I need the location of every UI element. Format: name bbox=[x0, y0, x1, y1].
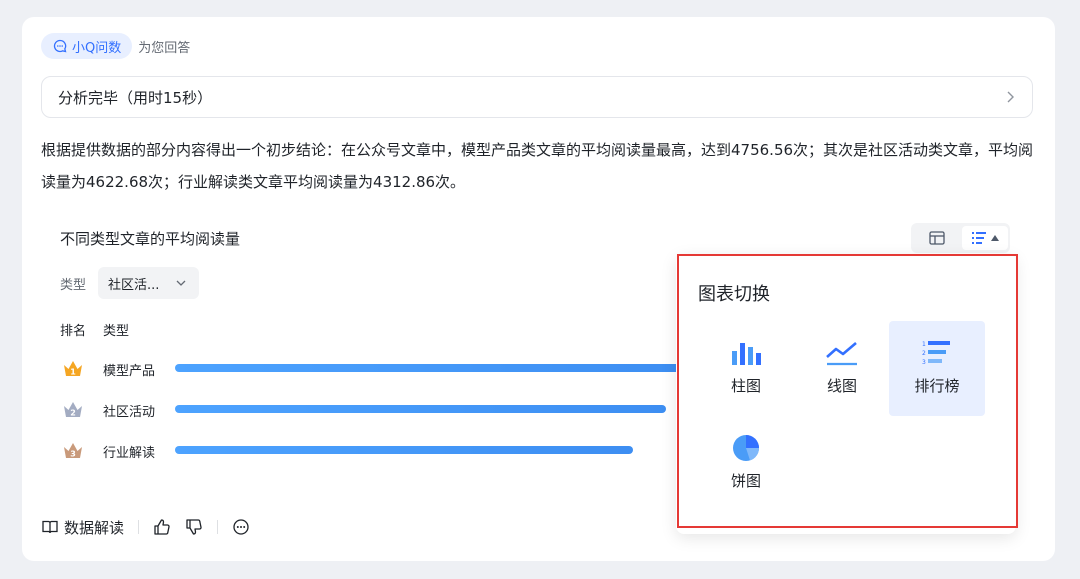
chart-type-dropdown-button[interactable] bbox=[962, 226, 1008, 250]
ranking-bar-track bbox=[175, 405, 680, 413]
ranking-category-label: 模型产品 bbox=[103, 364, 156, 379]
chevron-down-icon bbox=[176, 280, 186, 286]
caret-up-icon bbox=[991, 235, 999, 241]
svg-text:2: 2 bbox=[922, 350, 926, 357]
chat-bubble-icon bbox=[53, 39, 67, 53]
crown-rank-icon: 1 bbox=[64, 361, 82, 377]
popover-title: 图表切换 bbox=[698, 284, 770, 305]
ranking-row: 3 行业解读 bbox=[60, 439, 680, 463]
svg-text:3: 3 bbox=[70, 450, 76, 459]
svg-text:1: 1 bbox=[70, 368, 76, 377]
divider bbox=[138, 520, 140, 534]
ranking-bar bbox=[175, 405, 666, 413]
crown-rank-icon: 2 bbox=[64, 402, 82, 418]
assistant-header: 小Q问数 为您回答 bbox=[41, 33, 190, 59]
ranking-category-label: 社区活动 bbox=[103, 405, 156, 420]
analysis-status-bar[interactable]: 分析完毕（用时15秒） bbox=[41, 76, 1033, 118]
divider bbox=[217, 520, 219, 534]
bar-chart-icon bbox=[732, 343, 761, 365]
assistant-badge[interactable]: 小Q问数 bbox=[41, 33, 133, 59]
type-filter-value: 社区活... bbox=[108, 277, 160, 293]
view-switch bbox=[911, 223, 1010, 253]
chart-title: 不同类型文章的平均阅读量 bbox=[60, 230, 241, 248]
chart-option-bar[interactable]: 柱图 bbox=[698, 321, 794, 416]
assistant-subtitle: 为您回答 bbox=[138, 40, 191, 56]
ranking-row: 2 社区活动 bbox=[60, 398, 680, 422]
ranking-category-label: 行业解读 bbox=[103, 446, 156, 461]
chart-option-label: 线图 bbox=[826, 377, 857, 395]
ranking-row: 1 模型产品 bbox=[60, 357, 680, 381]
ranking-bar-track bbox=[175, 446, 680, 454]
conclusion-text: 根据提供数据的部分内容得出一个初步结论：在公众号文章中，模型产品类文章的平均阅读… bbox=[41, 141, 1034, 191]
chart-option-line[interactable]: 线图 bbox=[794, 321, 890, 416]
svg-text:2: 2 bbox=[70, 409, 76, 418]
ranking-bar bbox=[175, 364, 680, 372]
table-icon bbox=[929, 231, 945, 245]
pie-chart-icon bbox=[733, 435, 760, 461]
chart-option-label: 柱图 bbox=[730, 377, 761, 395]
column-header-rank: 排名 bbox=[60, 324, 87, 339]
line-chart-icon bbox=[826, 342, 857, 366]
chart-option-ranking[interactable]: 1 2 3 排行榜 bbox=[889, 321, 985, 416]
thumbs-up-icon[interactable] bbox=[153, 518, 171, 536]
chart-option-pie[interactable]: 饼图 bbox=[698, 418, 794, 513]
ranking-icon: 1 2 3 bbox=[922, 341, 950, 366]
data-interpretation-button[interactable]: 数据解读 bbox=[64, 517, 124, 538]
crown-rank-icon: 3 bbox=[64, 443, 82, 459]
book-icon bbox=[42, 520, 58, 534]
chart-option-label: 饼图 bbox=[730, 472, 761, 490]
table-view-button[interactable] bbox=[925, 226, 949, 250]
more-icon[interactable] bbox=[232, 518, 250, 536]
thumbs-down-icon[interactable] bbox=[185, 518, 203, 536]
chart-option-label: 排行榜 bbox=[914, 377, 960, 395]
type-filter-select[interactable]: 社区活... bbox=[98, 267, 199, 299]
analysis-status-label: 分析完毕（用时15秒） bbox=[58, 88, 213, 107]
footer-actions: 数据解读 bbox=[41, 516, 250, 538]
filter-label: 类型 bbox=[60, 278, 87, 293]
ranking-bar bbox=[175, 446, 633, 454]
ranking-bar-track bbox=[175, 364, 680, 372]
svg-text:1: 1 bbox=[922, 341, 926, 348]
assistant-badge-label: 小Q问数 bbox=[72, 40, 122, 56]
svg-text:3: 3 bbox=[922, 359, 926, 366]
chart-switch-popover: 图表切换 柱图 线图 1 2 3 排行榜 饼图 bbox=[676, 254, 1016, 534]
column-header-type: 类型 bbox=[103, 324, 130, 339]
chevron-right-icon bbox=[1007, 91, 1014, 103]
ranking-icon bbox=[972, 232, 986, 244]
